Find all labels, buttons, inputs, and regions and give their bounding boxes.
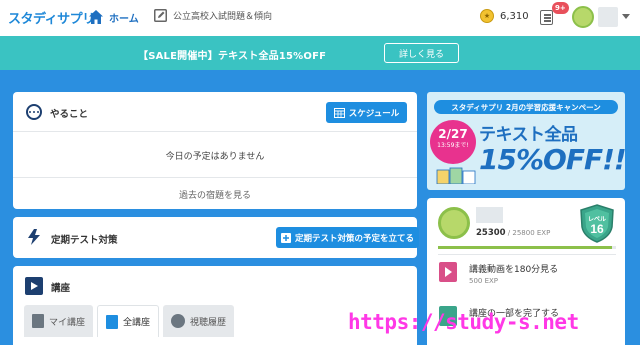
divider [438, 254, 616, 255]
schedule-button-label: スケジュール [348, 108, 400, 119]
exp-progress-bar [438, 246, 616, 249]
test-plan-button[interactable]: 定期テスト対策の予定を立てる [276, 227, 419, 248]
textbooks-illustration [436, 167, 476, 184]
history-icon [171, 314, 186, 328]
watermark-text: https://study-s.net [348, 310, 579, 334]
past-homework-link[interactable]: 過去の宿題を見る [13, 188, 417, 201]
campaign-ribbon: スタディサプリ 2月の学習応援キャンペーン [434, 100, 618, 114]
schedule-button[interactable]: スケジュール [326, 102, 407, 123]
nav-exam-label: 公立高校入試問題＆傾向 [173, 12, 273, 22]
notification-icon [540, 10, 553, 25]
test-prep-title: 定期テスト対策 [51, 235, 118, 246]
campaign-headline: テキスト全品 [479, 125, 578, 145]
coin-icon: ★ [480, 9, 494, 23]
user-name-placeholder[interactable] [598, 7, 618, 27]
edit-icon [154, 9, 167, 22]
book-icon [32, 314, 44, 328]
notification-badge: 9+ [552, 2, 569, 14]
video-mission-icon [439, 262, 457, 282]
lightning-icon [28, 229, 40, 245]
todo-title: やること [50, 109, 89, 120]
more-dots-icon [26, 104, 42, 120]
exp-total: / 25800 EXP [505, 229, 551, 237]
tab-label: 全講座 [123, 318, 151, 328]
level-number: 16 [590, 222, 604, 236]
tab-label: マイ講座 [49, 317, 86, 328]
todo-card-header: やること スケジュール [13, 92, 417, 132]
user-avatar-large [438, 207, 470, 239]
level-shield-icon: レベル 16 [580, 204, 614, 243]
tab-history[interactable]: 視聴履歴 [163, 305, 235, 337]
course-title: 講座 [51, 283, 71, 294]
campaign-date-badge: 2/27 13:59まで! [430, 120, 476, 164]
calendar-icon [333, 108, 345, 118]
nav-home[interactable]: ホーム [88, 9, 139, 25]
sale-banner-text: 【SALE開催中】テキスト全品15%OFF [138, 51, 327, 62]
books-icon [106, 314, 119, 329]
test-prep-card: 定期テスト対策 定期テスト対策の予定を立てる [13, 217, 419, 258]
campaign-until: 13:59まで! [437, 142, 469, 149]
exp-current: 25300 [476, 228, 506, 238]
divider [13, 177, 417, 178]
top-header: スタディサプリ ホーム 公立高校入試問題＆傾向 ★ 6,310 9+ [0, 0, 640, 36]
nav-exam[interactable]: 公立高校入試問題＆傾向 [154, 9, 272, 22]
exp-display: 25300 / 25800 EXP [476, 228, 550, 238]
todo-empty-message: 今日の予定はありません [165, 152, 265, 162]
test-plan-button-label: 定期テスト対策の予定を立てる [294, 233, 414, 244]
chevron-down-icon[interactable] [622, 14, 630, 19]
app-logo[interactable]: スタディサプリ [8, 8, 95, 27]
home-icon [89, 10, 103, 24]
coin-count: 6,310 [500, 10, 529, 22]
campaign-date: 2/27 [438, 127, 468, 141]
coin-display[interactable]: ★ 6,310 [480, 9, 529, 23]
video-icon [25, 277, 43, 295]
add-schedule-icon [280, 232, 291, 243]
user-avatar[interactable] [572, 6, 594, 28]
campaign-discount: 15%OFF!! [479, 143, 625, 176]
tab-my-courses[interactable]: マイ講座 [24, 305, 94, 337]
sale-banner: 【SALE開催中】テキスト全品15%OFF [0, 36, 640, 70]
exp-progress-fill [438, 246, 613, 249]
user-name-placeholder [476, 207, 503, 223]
sale-details-button[interactable]: 詳しく見る [384, 43, 459, 63]
todo-card: やること スケジュール 今日の予定はありません 過去の宿題を見る [13, 92, 417, 209]
tab-label: 視聴履歴 [190, 317, 227, 328]
tab-all-courses[interactable]: 全講座 [97, 305, 160, 337]
campaign-banner[interactable]: スタディサプリ 2月の学習応援キャンペーン 2/27 13:59まで! テキスト… [427, 92, 625, 190]
mission-title: 講義動画を180分見る [469, 265, 559, 275]
nav-home-label: ホーム [109, 13, 139, 25]
course-tabs: マイ講座 全講座 視聴履歴 [24, 305, 238, 337]
mission-exp: 500 EXP [469, 277, 499, 285]
